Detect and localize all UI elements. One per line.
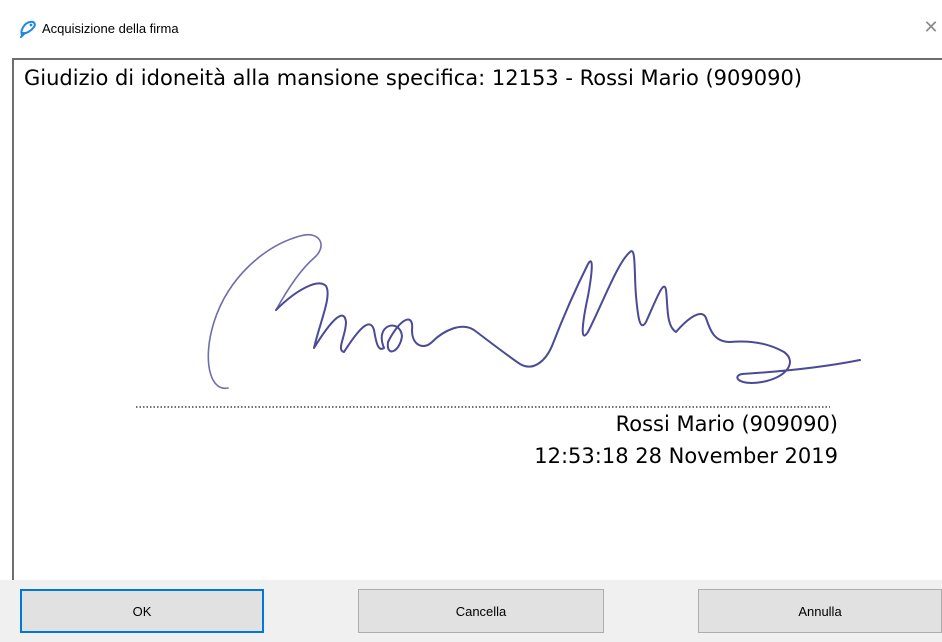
- signature-stroke-1: [207, 233, 322, 389]
- signature-pad[interactable]: Giudizio di idoneità alla mansione speci…: [12, 58, 942, 580]
- signature-dialog: Acquisizione della firma ✕ Giudizio di i…: [0, 0, 942, 642]
- pen-icon: [18, 19, 38, 39]
- close-icon[interactable]: ✕: [920, 14, 942, 42]
- signature-drawing: [136, 233, 861, 408]
- signature-timestamp: 12:53:18 28 November 2019: [534, 444, 838, 468]
- ok-button[interactable]: OK: [20, 589, 264, 633]
- signer-name: Rossi Mario (909090): [615, 412, 838, 436]
- clear-button[interactable]: Cancella: [358, 589, 604, 633]
- button-bar: OK Cancella Annulla: [0, 580, 942, 642]
- title-bar: Acquisizione della firma ✕: [0, 0, 942, 58]
- signature-stroke-2: [275, 250, 861, 384]
- window-title: Acquisizione della firma: [42, 21, 179, 36]
- cancel-button[interactable]: Annulla: [698, 589, 942, 633]
